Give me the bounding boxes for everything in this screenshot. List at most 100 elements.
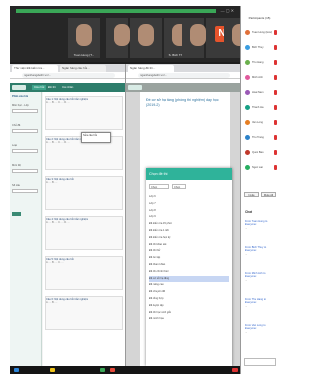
participant-name: Tuan Hung (Host) (252, 31, 272, 34)
chat-title: Chat (245, 210, 253, 214)
participant-row[interactable]: Ngoc Lan (245, 165, 277, 171)
modal-option[interactable]: Đề cơ sở hạ tầng (149, 275, 229, 283)
video-tile[interactable] (106, 18, 130, 58)
window-controls[interactable]: — ▢ ✕ (221, 8, 234, 13)
screen-frame: — ▢ ✕ Tuan Hung (T... S. Bich Thuy dt... N… (10, 6, 278, 374)
question-item: Câu 6: Nội dung câu hỏi trắc nghiệm A. ..… (46, 298, 122, 304)
modal-option[interactable]: Đề kiểm tra 1 tiết (149, 228, 229, 235)
filter-button[interactable] (12, 212, 21, 216)
file-explorer-icon[interactable] (50, 368, 55, 372)
participant-video (138, 24, 154, 46)
edit-popup[interactable]: Sửa câu hỏi (81, 132, 111, 143)
modal-option[interactable]: Đề kiểm tra học kỳ (149, 235, 229, 242)
participant-avatar-icon (245, 45, 250, 50)
tab-right-1[interactable]: Ngân hàng đề thi... (128, 65, 174, 72)
filter-label: Loại (12, 144, 17, 147)
url-field[interactable]: nganhangdethi.vn/... (22, 73, 115, 78)
windows-start-icon[interactable] (14, 368, 19, 372)
participant-row[interactable]: Thu Trang (245, 135, 277, 141)
participant-name: Hoai Nam (252, 91, 264, 94)
muted-mic-icon (274, 105, 277, 110)
chat-text: ... (245, 278, 248, 282)
filter-select[interactable] (12, 169, 38, 173)
modal-option[interactable]: Đề minh họa (149, 316, 229, 323)
meeting-leave-icon[interactable] (232, 368, 238, 372)
chat-text: ... (245, 226, 248, 230)
modal-option[interactable]: Đề tham khảo (149, 262, 229, 269)
video-tile[interactable] (182, 18, 206, 58)
participant-avatar-icon (245, 30, 250, 35)
menu-item-cau-hoi[interactable]: Câu hỏi (32, 85, 47, 90)
app-header-right-dimmed (126, 83, 240, 92)
participant-row[interactable]: Minh Anh (245, 75, 277, 81)
menu-item-de-thi[interactable]: Đề thi (48, 85, 56, 90)
modal-select-1[interactable]: Chọn (149, 184, 169, 189)
question-item: Câu 5: Nội dung câu hỏi A. ... B. ... C. … (46, 258, 122, 264)
filter-select[interactable] (12, 129, 38, 133)
filter-label: Số câu (12, 184, 21, 187)
participant-row[interactable]: Bich Thuy (245, 45, 277, 51)
chat-message: From Bich Thuy to Everyone:... (245, 246, 277, 256)
address-bar[interactable]: nganhangdethi.vn/... (10, 72, 125, 79)
modal-option[interactable]: Đề thi chính thức (149, 269, 229, 276)
participant-row[interactable]: Thu Hang (245, 60, 277, 66)
participant-row[interactable]: Van Long (245, 120, 277, 126)
modal-option[interactable]: Lớp 9 (149, 214, 229, 221)
filter-label: Môn học - Lớp (12, 104, 29, 107)
app-icon[interactable] (110, 368, 115, 372)
question-list: Câu 1: Nội dung câu hỏi trắc nghiệm A. ..… (43, 92, 125, 366)
page-title: Đề cơ sở hạ tầng (phòng thí nghiệm) dạy … (146, 98, 219, 107)
modal-option[interactable]: Lớp 6 (149, 194, 229, 201)
modal-option[interactable]: Đề thi học sinh giỏi (149, 310, 229, 317)
screen-share-indicator (16, 9, 216, 13)
muted-mic-icon (274, 150, 277, 155)
filter-sidebar: Phần câu hỏi Môn học - Lớp Chủ đề Loại Mức … (10, 92, 42, 366)
participant-row[interactable]: Thanh Ha (245, 105, 277, 111)
modal-option[interactable]: Đề chuyên đề (149, 289, 229, 296)
popup-label: Sửa câu hỏi (83, 134, 97, 137)
mute-all-button[interactable]: Mute All (261, 192, 276, 197)
tab-2[interactable]: Ngân hàng câu hỏi... (60, 65, 106, 72)
participant-video (114, 24, 130, 46)
participant-name: Van Long (252, 121, 263, 124)
participant-name: Minh Anh (252, 76, 263, 79)
participant-avatar-icon (245, 135, 250, 140)
participant-name: Quoc Bao (252, 151, 264, 154)
question-item: Câu 1: Nội dung câu hỏi trắc nghiệm A. ..… (46, 98, 122, 104)
address-bar-right[interactable]: nganhangdethi.vn/... (126, 72, 240, 79)
modal-option[interactable]: Đề tổng hợp (149, 296, 229, 303)
participant-row[interactable]: Quoc Bao (245, 150, 277, 156)
participant-avatar-icon (245, 60, 250, 65)
modal-option-list: Lớp 6 Lớp 7 Lớp 8 Lớp 9 Đề kiểm tra 15 phút Đ… (149, 194, 229, 323)
chat-input[interactable] (244, 358, 276, 366)
chrome-icon[interactable] (100, 368, 105, 372)
url-field-right[interactable]: nganhangdethi.vn/... (138, 73, 230, 78)
participant-name: Thu Hang (252, 61, 264, 64)
modal-option[interactable]: Đề kiểm tra 15 phút (149, 221, 229, 228)
filter-select[interactable] (12, 109, 38, 113)
participant-row[interactable]: Hoai Nam (245, 90, 277, 96)
modal-option[interactable]: Đề thi khảo sát (149, 242, 229, 249)
filter-select[interactable] (12, 189, 38, 193)
modal-option[interactable]: Lớp 8 (149, 208, 229, 215)
video-tile[interactable] (130, 18, 162, 58)
participant-avatar-icon (245, 105, 250, 110)
menu-item-ca-nhan[interactable]: Cá nhân (62, 85, 73, 90)
chat-sender: From Thu Hang to Everyone: (245, 298, 266, 305)
question-options: A. ... B. ... C. ... D. ... (46, 101, 70, 104)
modal-option[interactable]: Đề ôn tập (149, 255, 229, 262)
participant-name: Thanh Ha (252, 106, 264, 109)
tab-1[interactable]: Thư viện Đề kiểm tra... (12, 65, 58, 72)
invite-button[interactable]: Invite (244, 192, 259, 197)
modal-option[interactable]: Đề thi thử (149, 248, 229, 255)
app-logo[interactable] (12, 85, 26, 90)
modal-option[interactable]: Lớp 7 (149, 201, 229, 208)
browser-window-right: Ngân hàng đề thi... nganhangdethi.vn/...… (125, 64, 240, 366)
video-tile[interactable]: Tuan Hung (T... (68, 18, 100, 58)
muted-mic-icon (274, 45, 277, 50)
modal-option[interactable]: Đề nâng cao (149, 282, 229, 289)
modal-select-2[interactable]: Chọn (172, 184, 186, 189)
filter-select[interactable] (12, 149, 38, 153)
participant-row[interactable]: Tuan Hung (Host) (245, 30, 277, 36)
modal-option[interactable]: Đề luyện tập (149, 303, 229, 310)
